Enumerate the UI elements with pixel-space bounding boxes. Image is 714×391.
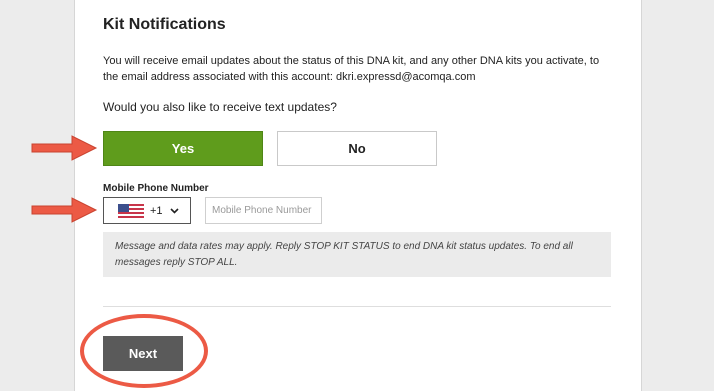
no-button[interactable]: No: [277, 131, 437, 166]
email-notice-text: You will receive email updates about the…: [103, 55, 600, 83]
mobile-phone-input[interactable]: [205, 197, 322, 224]
section-divider: [103, 306, 611, 307]
sms-rates-notice: Message and data rates may apply. Reply …: [103, 232, 611, 277]
us-flag-icon: [118, 203, 144, 218]
annotation-arrow-phone: [31, 197, 98, 223]
text-updates-question: Would you also like to receive text upda…: [103, 100, 337, 114]
section-title: Kit Notifications: [103, 16, 226, 33]
annotation-circle-next: [80, 314, 208, 388]
chevron-down-icon: [169, 207, 179, 214]
phone-number-label: Mobile Phone Number: [103, 183, 209, 194]
country-code-select[interactable]: +1: [103, 197, 191, 224]
country-code-value: +1: [150, 204, 163, 217]
annotation-arrow-yes: [31, 135, 98, 161]
yes-button[interactable]: Yes: [103, 131, 263, 166]
